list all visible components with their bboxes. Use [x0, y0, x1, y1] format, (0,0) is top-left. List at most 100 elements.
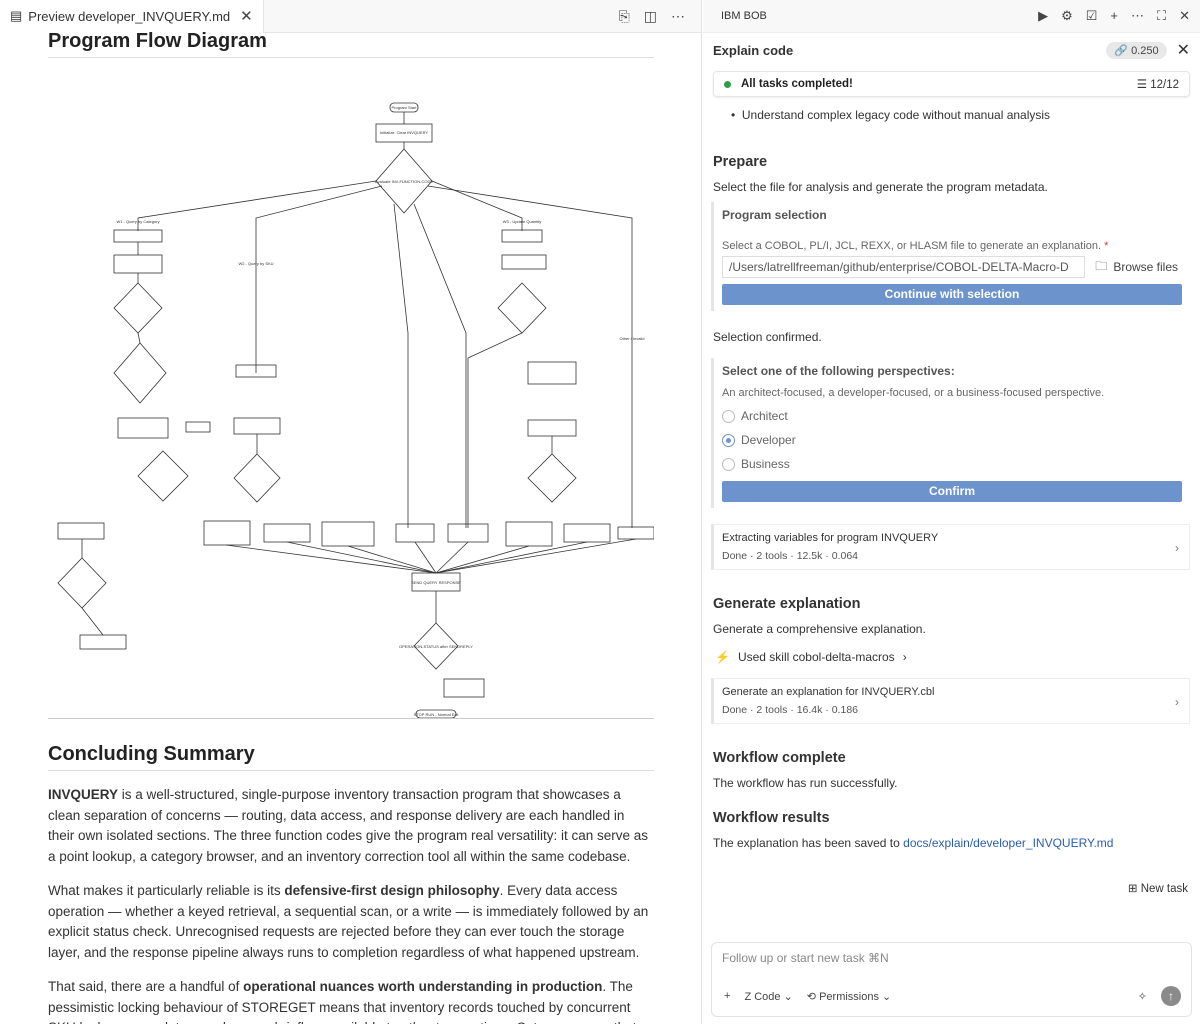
diagram-init-label: Initialize: Clear INVQUERY: [380, 130, 428, 135]
gear-icon[interactable]: ⚙: [1061, 8, 1073, 24]
radio-business[interactable]: Business: [722, 457, 1182, 471]
flow-diagram-svg: Program Start Initialize: Clear INVQUERY…: [57, 102, 655, 719]
maximize-icon[interactable]: ⛶: [1157, 8, 1166, 24]
diagram-other-label: Other / Invalid: [620, 336, 645, 341]
browse-label: Browse files: [1113, 260, 1178, 274]
radio-architect[interactable]: Architect: [722, 409, 1182, 423]
chevron-right-icon: ›: [1175, 695, 1179, 709]
close-icon[interactable]: ✕: [240, 7, 253, 25]
radio-circle: [722, 457, 735, 471]
flow-diagram: Program Start Initialize: Clear INVQUERY…: [48, 58, 655, 719]
radio-circle-selected: [722, 433, 735, 447]
radio-label-developer: Developer: [741, 433, 796, 447]
radio-label-architect: Architect: [741, 409, 788, 423]
heading-concluding-summary: Concluding Summary: [48, 743, 654, 771]
step-generate-meta: Done · 2 tools · 16.4k · 0.186: [722, 704, 858, 716]
composer[interactable]: Follow up or start new task ⌘N + Z Code …: [711, 942, 1192, 1017]
summary-bold-3: operational nuances worth understanding …: [243, 979, 603, 994]
step-generate-title: Generate an explanation for INVQUERY.cbl: [722, 686, 935, 698]
status-dot-icon: [724, 80, 731, 88]
results-text: The explanation has been saved to: [713, 836, 904, 850]
panel-title: IBM BOB: [721, 10, 767, 22]
program-selection-title: Program selection: [722, 208, 827, 222]
cost-badge: 🔗 0.250: [1106, 41, 1167, 59]
goal-bullet: • Understand complex legacy code without…: [731, 108, 1051, 122]
results-link[interactable]: docs/explain/developer_INVQUERY.md: [903, 836, 1113, 850]
generate-desc: Generate a comprehensive explanation.: [713, 622, 926, 636]
continue-button[interactable]: Continue with selection: [722, 284, 1182, 305]
permissions-selector[interactable]: ⟲ Permissions ⌄: [807, 990, 891, 1003]
panel-header: IBM BOB ▶ ⚙ ☑ + ⋯ ⛶ ✕: [703, 0, 1200, 33]
more-icon[interactable]: ⋯: [1131, 8, 1144, 24]
task-header: Explain code 🔗 0.250 ✕: [703, 33, 1200, 67]
step-extract[interactable]: Extracting variables for program INVQUER…: [711, 524, 1190, 570]
summary-bold-2: defensive-first design philosophy: [284, 883, 500, 898]
new-task-label: New task: [1140, 883, 1188, 895]
more-actions-icon[interactable]: ⋯: [671, 8, 685, 25]
close-task-icon[interactable]: ✕: [1177, 40, 1190, 60]
play-icon[interactable]: ▶: [1038, 8, 1048, 24]
editor-tab-bar: ▤ Preview developer_INVQUERY.md ✕ ⎘ ◫ ⋯: [0, 0, 701, 33]
mode-selector[interactable]: Z Code ⌄: [744, 990, 792, 1003]
add-icon[interactable]: +: [724, 990, 730, 1002]
send-icon[interactable]: ↑: [1161, 986, 1181, 1006]
new-task-button[interactable]: ⊞ New task: [1128, 881, 1188, 895]
heading-program-flow: Program Flow Diagram: [48, 30, 654, 58]
preview-icon: ▤: [10, 8, 23, 23]
goal-text: Understand complex legacy code without m…: [741, 108, 1051, 122]
open-source-icon[interactable]: ⎘: [619, 8, 630, 25]
step-extract-title: Extracting variables for program INVQUER…: [722, 532, 939, 544]
file-hint: Select a COBOL, PL/I, JCL, REXX, or HLAS…: [722, 240, 1182, 252]
browse-files-button[interactable]: 🗀 Browse files: [1091, 257, 1182, 278]
step-generate[interactable]: Generate an explanation for INVQUERY.cbl…: [711, 678, 1190, 724]
summary-paragraph-2: What makes it particularly reliable is i…: [48, 881, 654, 963]
diagram-branch-2-label: W2 - Query by SKU: [238, 261, 273, 266]
divider: [48, 718, 654, 719]
split-editor-icon[interactable]: ◫: [644, 8, 657, 25]
perspective-desc: An architect-focused, a developer-focuse…: [722, 387, 1105, 399]
workflow-results-title: Workflow results: [713, 810, 830, 826]
program-selection-card: Program selection Select a COBOL, PL/I, …: [711, 202, 1190, 311]
plus-icon[interactable]: +: [1110, 8, 1118, 24]
skill-row[interactable]: ⚡ Used skill cobol-delta-macros ›: [715, 650, 1200, 664]
workflow-complete-desc: The workflow has run successfully.: [713, 776, 898, 790]
summary-paragraph-3: That said, there are a handful of operat…: [48, 977, 654, 1024]
checklist-icon[interactable]: ☑: [1086, 8, 1098, 24]
diagram-branch-1-label: W1 - Query by Category: [116, 219, 159, 224]
generate-title: Generate explanation: [713, 596, 861, 612]
summary-text-1: is a well-structured, single-purpose inv…: [48, 787, 649, 864]
sparkle-icon[interactable]: ✧: [1138, 990, 1147, 1003]
tab-label: Preview developer_INVQUERY.md: [28, 8, 231, 24]
folder-icon: 🗀: [1095, 258, 1108, 273]
prepare-desc: Select the file for analysis and generat…: [713, 180, 1048, 194]
permissions-label: Permissions: [819, 990, 879, 1003]
status-text: All tasks completed!: [741, 78, 853, 90]
editor-pane: ▤ Preview developer_INVQUERY.md ✕ ⎘ ◫ ⋯ …: [0, 0, 702, 1024]
step-extract-meta: Done · 2 tools · 12.5k · 0.064: [722, 550, 858, 562]
summary-text-2a: What makes it particularly reliable is i…: [48, 883, 285, 898]
radio-label-business: Business: [741, 457, 790, 471]
diagram-op-label: OPERATION-STATUS after SENDREPLY: [399, 644, 473, 649]
file-hint-text: Select a COBOL, PL/I, JCL, REXX, or HLAS…: [722, 240, 1102, 252]
chevron-right-icon: ›: [902, 650, 907, 664]
radio-developer[interactable]: Developer: [722, 433, 1182, 447]
task-count: ☰ 12/12: [1136, 79, 1179, 91]
composer-input[interactable]: Follow up or start new task ⌘N: [722, 951, 1191, 965]
perspective-card: Select one of the following perspectives…: [711, 358, 1190, 508]
perspective-title: Select one of the following perspectives…: [722, 364, 955, 378]
task-count-value: 12/12: [1150, 79, 1179, 91]
selection-confirmed: Selection confirmed.: [713, 330, 822, 344]
task-title: Explain code: [713, 42, 794, 58]
confirm-button[interactable]: Confirm: [722, 481, 1182, 502]
lightning-icon: ⚡: [715, 650, 730, 664]
skill-label: Used skill cobol-delta-macros: [737, 650, 895, 664]
close-panel-icon[interactable]: ✕: [1179, 8, 1190, 24]
task-status[interactable]: All tasks completed! ☰ 12/12: [713, 71, 1190, 97]
file-path-input[interactable]: /Users/latrellfreeman/github/enterprise/…: [722, 256, 1086, 278]
diagram-send-label: SEND QUERY RESPONSE: [411, 580, 461, 585]
new-task-icon: ⊞: [1127, 883, 1138, 895]
prepare-title: Prepare: [713, 154, 768, 170]
diagram-start-label: Program Start: [392, 105, 418, 110]
mode-label: Code: [754, 990, 781, 1003]
tab-preview[interactable]: ▤ Preview developer_INVQUERY.md ✕: [0, 0, 264, 33]
